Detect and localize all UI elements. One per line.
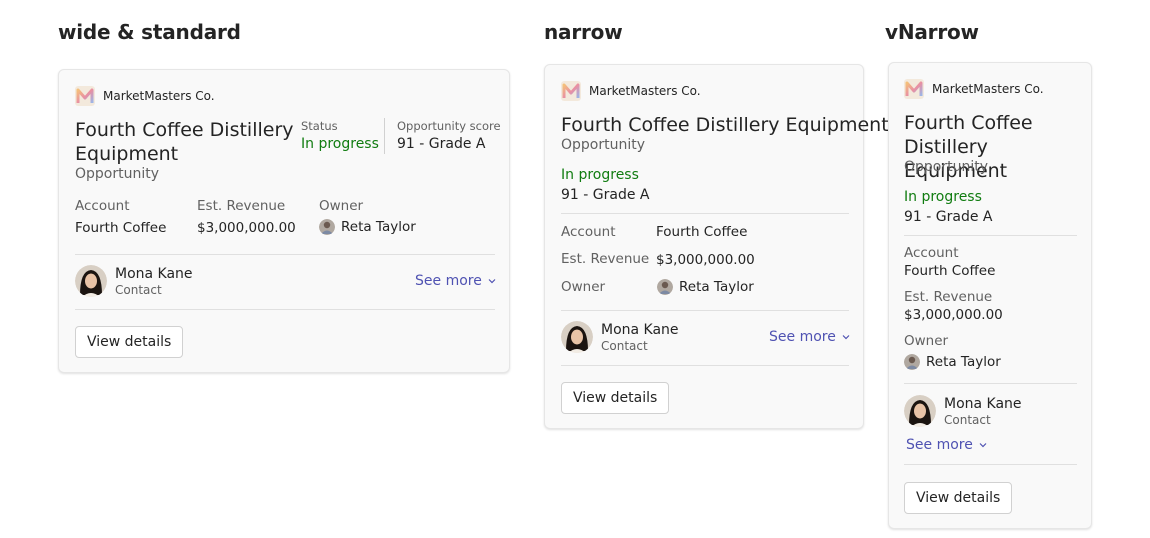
contact-role: Contact xyxy=(944,413,991,427)
status-value: In progress xyxy=(301,136,379,152)
revenue-value: $3,000,000.00 xyxy=(197,220,296,236)
view-details-button[interactable]: View details xyxy=(75,326,184,358)
see-more-label: See more xyxy=(769,329,836,345)
opportunity-card-vnarrow: MarketMasters Co. Fourth Coffee Distille… xyxy=(888,62,1092,529)
score-label: Opportunity score xyxy=(397,119,501,133)
section-title-narrow: narrow xyxy=(544,20,623,44)
chevron-down-icon xyxy=(842,335,850,340)
brand-logo-icon xyxy=(904,79,924,99)
owner: Reta Taylor xyxy=(657,279,754,295)
contact-name[interactable]: Mona Kane xyxy=(115,266,193,282)
brand-name: MarketMasters Co. xyxy=(589,84,701,98)
divider xyxy=(904,383,1077,384)
divider xyxy=(561,310,849,311)
status-value: In progress xyxy=(561,167,639,183)
owner-label: Owner xyxy=(561,279,606,295)
account-value: Fourth Coffee xyxy=(904,263,996,279)
see-more-button[interactable]: See more xyxy=(415,273,497,289)
owner-label: Owner xyxy=(904,333,949,349)
owner: Reta Taylor xyxy=(904,354,1001,370)
view-details-button[interactable]: View details xyxy=(561,382,670,414)
owner-name: Reta Taylor xyxy=(341,219,416,235)
card-subtitle: Opportunity xyxy=(75,166,160,182)
account-label: Account xyxy=(904,245,959,261)
account-label: Account xyxy=(561,224,616,240)
owner-avatar xyxy=(657,279,673,295)
owner-name: Reta Taylor xyxy=(926,354,1001,370)
owner-label: Owner xyxy=(319,198,364,214)
card-title[interactable]: Fourth Coffee Distillery Equipment xyxy=(561,113,889,137)
divider xyxy=(75,309,495,310)
see-more-button[interactable]: See more xyxy=(906,437,988,453)
section-title-vnarrow: vNarrow xyxy=(885,20,979,44)
brand: MarketMasters Co. xyxy=(75,86,215,106)
status-value: In progress xyxy=(904,189,982,205)
divider xyxy=(904,235,1077,236)
card-subtitle: Opportunity xyxy=(904,159,989,175)
score-value: 91 - Grade A xyxy=(561,187,650,203)
revenue-label: Est. Revenue xyxy=(904,289,993,305)
divider xyxy=(75,254,495,255)
account-label: Account xyxy=(75,198,130,214)
chevron-down-icon xyxy=(488,279,496,284)
revenue-value: $3,000,000.00 xyxy=(656,252,755,268)
opportunity-card-narrow: MarketMasters Co. Fourth Coffee Distille… xyxy=(544,64,889,429)
owner-name: Reta Taylor xyxy=(679,279,754,295)
account-value: Fourth Coffee xyxy=(75,220,167,236)
see-more-button[interactable]: See more xyxy=(769,329,851,345)
card-title[interactable]: Fourth Coffee Distillery Equipment xyxy=(75,118,294,166)
contact-avatar xyxy=(904,395,936,427)
divider xyxy=(904,464,1077,465)
brand: MarketMasters Co. xyxy=(904,79,1044,99)
revenue-label: Est. Revenue xyxy=(197,198,286,214)
chevron-down-icon xyxy=(979,443,987,448)
brand-logo-icon xyxy=(561,81,581,101)
revenue-value: $3,000,000.00 xyxy=(904,307,1003,323)
brand-name: MarketMasters Co. xyxy=(103,89,215,103)
contact-name[interactable]: Mona Kane xyxy=(944,396,1022,412)
status-label: Status xyxy=(301,119,338,133)
brand: MarketMasters Co. xyxy=(561,81,701,101)
divider xyxy=(561,365,849,366)
score-value: 91 - Grade A xyxy=(397,136,486,152)
contact-name[interactable]: Mona Kane xyxy=(601,322,679,338)
brand-logo-icon xyxy=(75,86,95,106)
owner-avatar xyxy=(904,354,920,370)
score-value: 91 - Grade A xyxy=(904,209,993,225)
view-details-button[interactable]: View details xyxy=(904,482,1013,514)
see-more-label: See more xyxy=(415,273,482,289)
opportunity-card-wide: MarketMasters Co. Fourth Coffee Distille… xyxy=(58,69,510,373)
section-title-wide: wide & standard xyxy=(58,20,241,44)
owner-avatar xyxy=(319,219,335,235)
card-subtitle: Opportunity xyxy=(561,137,646,153)
owner: Reta Taylor xyxy=(319,219,416,235)
contact-role: Contact xyxy=(115,283,162,297)
divider xyxy=(561,213,849,214)
revenue-label: Est. Revenue xyxy=(561,251,650,267)
account-value: Fourth Coffee xyxy=(656,224,748,240)
header-divider xyxy=(384,118,385,154)
contact-role: Contact xyxy=(601,339,648,353)
contact-avatar xyxy=(561,321,593,353)
contact-avatar xyxy=(75,265,107,297)
brand-name: MarketMasters Co. xyxy=(932,82,1044,96)
see-more-label: See more xyxy=(906,437,973,453)
